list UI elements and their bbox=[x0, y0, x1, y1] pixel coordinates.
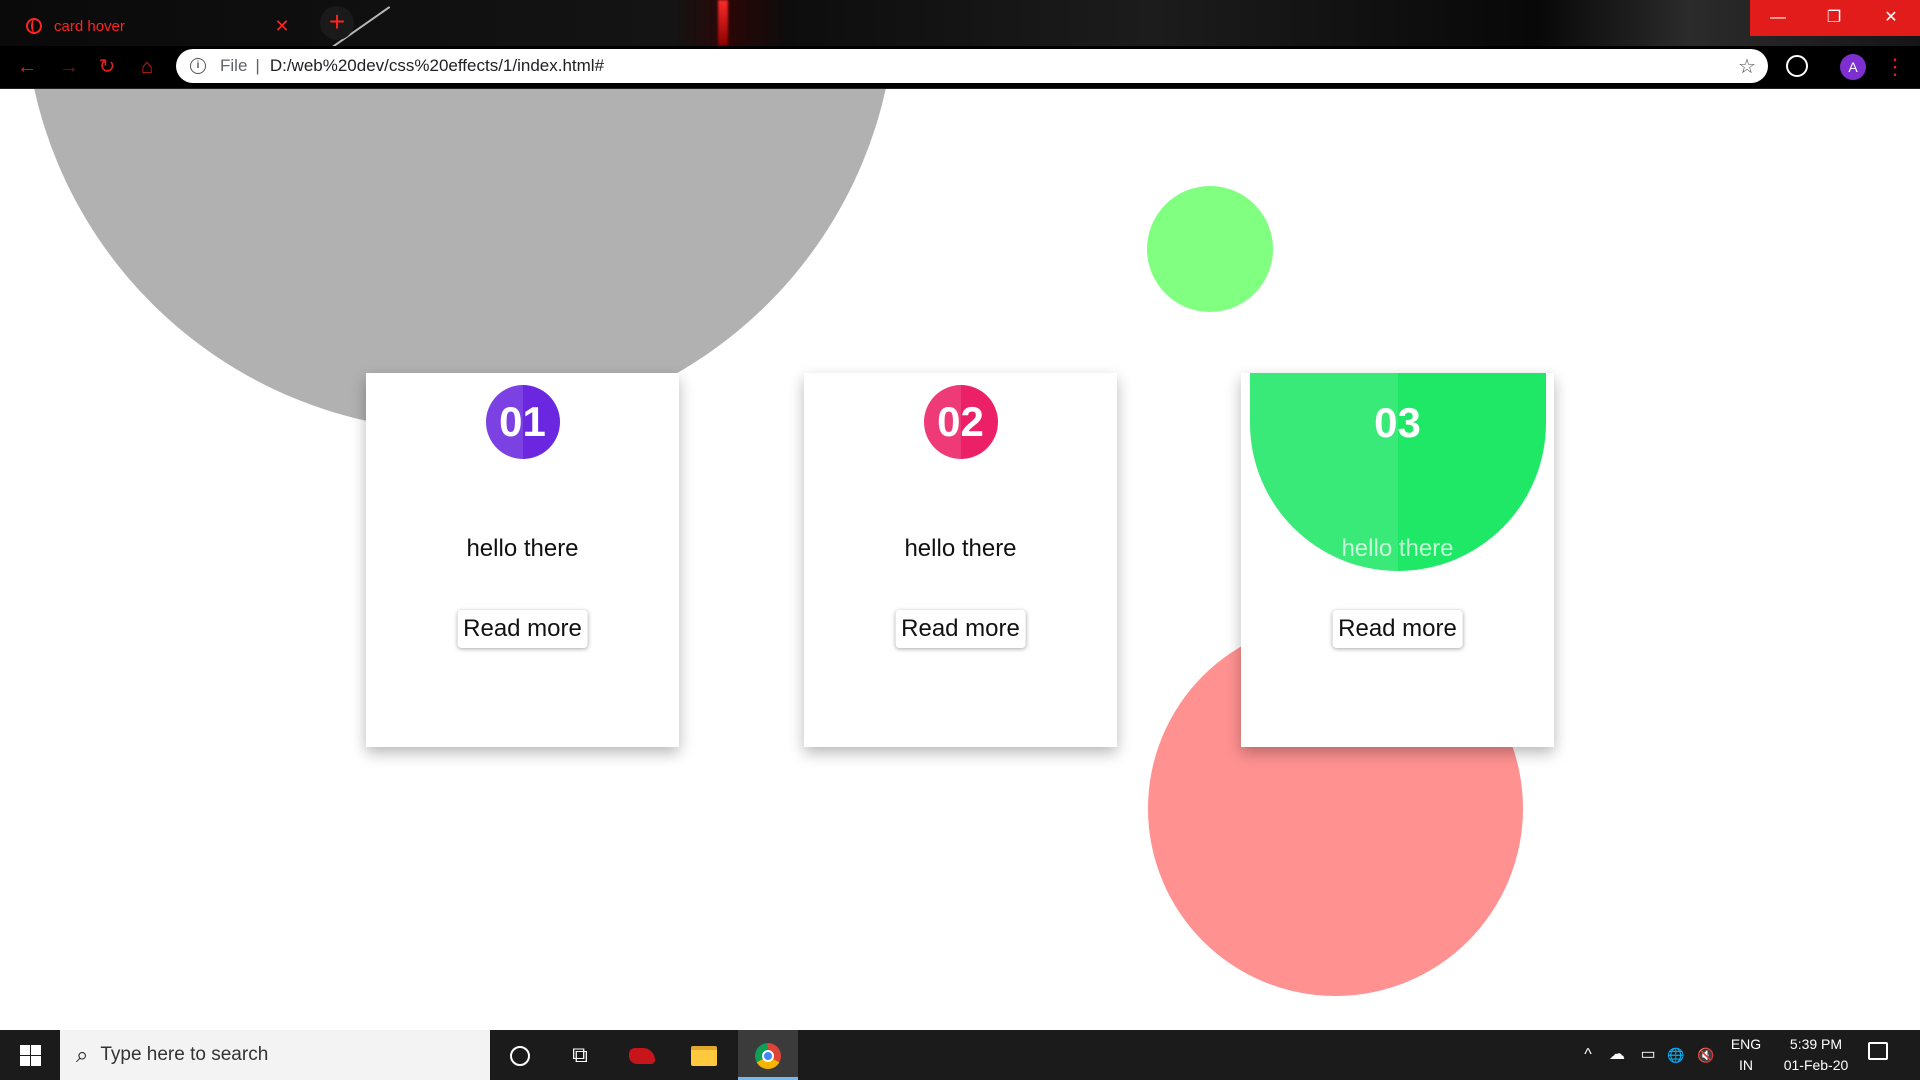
battery-icon[interactable]: ▭ bbox=[1636, 1030, 1660, 1080]
read-more-button[interactable]: Read more bbox=[457, 610, 588, 648]
page-viewport: 01 hello there Read more 02 hello there … bbox=[0, 89, 1920, 1030]
taskbar-search-box[interactable]: ⌕ Type here to search bbox=[60, 1030, 490, 1080]
address-bar[interactable]: i File | D:/web%20dev/css%20effects/1/in… bbox=[176, 49, 1768, 83]
reload-icon[interactable]: ↻ bbox=[94, 54, 120, 80]
card-2[interactable]: 02 hello there Read more bbox=[804, 373, 1117, 747]
cortana-icon bbox=[510, 1046, 530, 1067]
tray-chevron-icon[interactable]: ^ bbox=[1578, 1030, 1598, 1080]
windows-taskbar: ⌕ Type here to search ⧉ ^ ☁ ▭ 🌐 🔇 ENG IN… bbox=[0, 1030, 1920, 1080]
wallpaper-red-streak bbox=[718, 0, 728, 46]
globe-icon bbox=[26, 18, 42, 34]
card-text: hello there bbox=[466, 535, 579, 562]
input-language-indicator[interactable]: ENG IN bbox=[1726, 1034, 1766, 1076]
taskbar-clock[interactable]: 5:39 PM 01-Feb-20 bbox=[1768, 1034, 1864, 1076]
minimize-button[interactable]: — bbox=[1750, 0, 1806, 36]
card-number-badge: 01 bbox=[485, 385, 560, 459]
url-separator: | bbox=[255, 56, 260, 75]
taskbar-file-explorer[interactable] bbox=[674, 1030, 734, 1080]
extension-icon[interactable] bbox=[1786, 55, 1808, 77]
card-number-badge: 02 bbox=[923, 385, 998, 459]
tab-title: card hover bbox=[54, 17, 125, 35]
url-scheme: File bbox=[220, 56, 248, 75]
new-tab-button[interactable]: + bbox=[320, 6, 354, 40]
read-more-button[interactable]: Read more bbox=[895, 610, 1026, 648]
back-arrow-icon[interactable]: ← bbox=[14, 54, 40, 80]
card-1[interactable]: 01 hello there Read more bbox=[366, 373, 679, 747]
folder-icon bbox=[691, 1046, 717, 1067]
browser-tab[interactable]: card hover ✕ bbox=[8, 6, 308, 46]
card-text: hello there bbox=[904, 535, 1017, 562]
card-3-hovered[interactable]: 03 hello there Read more bbox=[1241, 373, 1554, 747]
notifications-icon[interactable] bbox=[1868, 1042, 1888, 1060]
task-view-button[interactable]: ⧉ bbox=[550, 1030, 610, 1080]
tab-close-icon[interactable]: ✕ bbox=[270, 16, 294, 37]
restore-button[interactable]: ❐ bbox=[1806, 0, 1862, 36]
browser-menu-icon[interactable]: ⋮ bbox=[1884, 54, 1906, 80]
taskbar-app-red[interactable] bbox=[612, 1030, 672, 1080]
onedrive-icon[interactable]: ☁ bbox=[1604, 1030, 1630, 1080]
windows-logo-icon bbox=[20, 1045, 30, 1055]
browser-titlebar: card hover ✕ + — ❐ ✕ bbox=[0, 0, 1920, 46]
cortana-button[interactable] bbox=[490, 1030, 550, 1080]
chrome-icon bbox=[755, 1043, 781, 1070]
clock-date: 01-Feb-20 bbox=[1783, 1057, 1849, 1073]
profile-avatar[interactable]: A bbox=[1840, 54, 1866, 80]
info-icon[interactable]: i bbox=[190, 58, 206, 74]
windows-start-button[interactable] bbox=[0, 1030, 60, 1080]
card-text: hello there bbox=[1341, 535, 1454, 562]
taskbar-chrome[interactable] bbox=[738, 1030, 798, 1080]
task-view-icon: ⧉ bbox=[572, 1042, 588, 1067]
search-icon: ⌕ bbox=[76, 1042, 89, 1067]
background-circle-green bbox=[1147, 186, 1273, 312]
bookmark-star-icon[interactable]: ☆ bbox=[1732, 54, 1762, 79]
network-globe-icon[interactable]: 🌐 bbox=[1664, 1030, 1688, 1080]
read-more-button[interactable]: Read more bbox=[1332, 610, 1463, 648]
home-icon[interactable]: ⌂ bbox=[134, 54, 160, 80]
volume-muted-icon[interactable]: 🔇 bbox=[1694, 1030, 1718, 1080]
browser-toolbar: ← → ↻ ⌂ i File | D:/web%20dev/css%20effe… bbox=[0, 46, 1920, 89]
url-text[interactable]: D:/web%20dev/css%20effects/1/index.html# bbox=[270, 56, 1732, 76]
clock-time: 5:39 PM bbox=[1789, 1036, 1843, 1052]
forward-arrow-icon[interactable]: → bbox=[56, 54, 82, 80]
close-window-button[interactable]: ✕ bbox=[1862, 0, 1920, 36]
app-icon bbox=[629, 1048, 655, 1065]
search-placeholder: Type here to search bbox=[100, 1044, 269, 1065]
